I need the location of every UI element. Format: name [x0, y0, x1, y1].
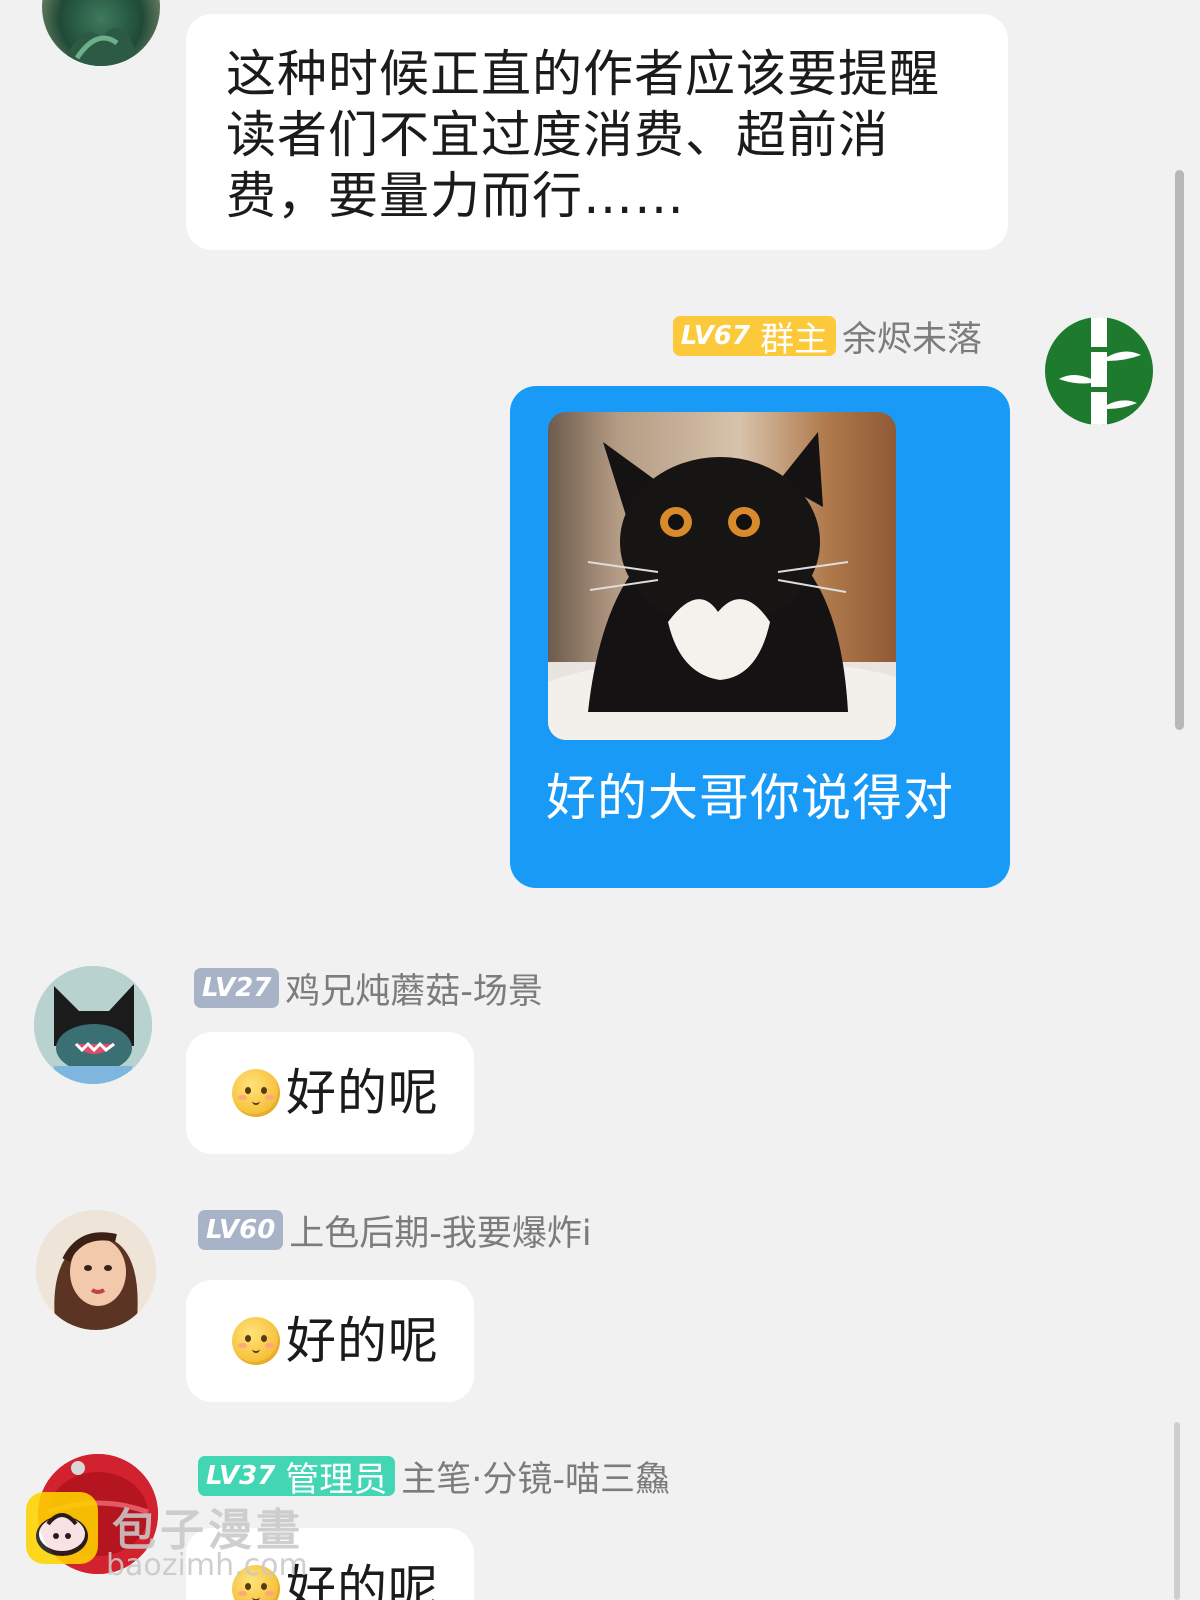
avatar-sender-3[interactable]	[36, 1210, 156, 1330]
group-chat-screen: 这种时候正直的作者应该要提醒 读者们不宜过度消费、超前消 费，要量力而行…… L…	[0, 0, 1200, 1600]
sender-nickname[interactable]: 主笔·分镜-喵三鱻	[401, 1451, 670, 1502]
avatar-group-owner[interactable]	[1042, 314, 1156, 428]
watermark-url: baozimh.com	[106, 1548, 308, 1583]
level-badge-owner: LV67 群主	[672, 316, 836, 360]
black-cat-illustration	[548, 432, 896, 740]
level-badge-admin: LV37 管理员	[198, 1456, 396, 1500]
scrollbar-thumb[interactable]	[1175, 170, 1184, 730]
sender-nickname[interactable]: 鸡兄炖蘑菇-场景	[285, 963, 543, 1014]
level-text: LV37	[206, 1461, 276, 1491]
sender-meta-owner: LV67 群主 余烬未落	[672, 314, 982, 360]
girl-portrait-avatar-image	[36, 1210, 156, 1330]
message-text: 好的呢	[286, 1063, 439, 1122]
level-text: LV27	[202, 973, 272, 1003]
message-line-3: 费，要量力而行……	[226, 167, 685, 225]
avatar-sender-top[interactable]	[42, 0, 160, 66]
message-text: 好的呢	[286, 1311, 439, 1370]
smiling-face-emoji-icon	[232, 1069, 280, 1117]
level-badge-member: LV27	[194, 968, 280, 1008]
message-bubble-reply[interactable]: 好的呢	[186, 1032, 474, 1154]
role-text: 群主	[759, 319, 828, 360]
bamboo-avatar-image	[1059, 317, 1141, 425]
message-line-2: 读者们不宜过度消费、超前消	[226, 106, 889, 164]
sticker-caption: 好的大哥你说得对	[546, 769, 954, 827]
message-bubble-sticker[interactable]: 好的大哥你说得对	[510, 386, 1010, 888]
level-text: LV67	[680, 321, 750, 351]
bun-logo-icon	[26, 1492, 98, 1564]
sender-nickname[interactable]: 上色后期-我要爆炸i	[289, 1205, 591, 1256]
sender-meta-2: LV27 鸡兄炖蘑菇-场景	[194, 966, 543, 1012]
cartoon-cat-avatar-image	[34, 966, 152, 1084]
avatar-sender-2[interactable]	[34, 966, 152, 1084]
scrollbar-thumb-secondary[interactable]	[1174, 1422, 1180, 1600]
smiling-face-emoji-icon	[232, 1317, 280, 1365]
plant-avatar-image	[62, 27, 142, 66]
sender-meta-3: LV60 上色后期-我要爆炸i	[198, 1208, 592, 1254]
cat-sticker-image[interactable]	[548, 412, 896, 740]
message-line-1: 这种时候正直的作者应该要提醒	[226, 45, 940, 103]
message-bubble-long-text[interactable]: 这种时候正直的作者应该要提醒 读者们不宜过度消费、超前消 费，要量力而行……	[186, 14, 1008, 250]
level-badge-member: LV60	[198, 1210, 284, 1250]
message-bubble-reply[interactable]: 好的呢	[186, 1280, 474, 1402]
level-text: LV60	[206, 1215, 276, 1245]
sender-nickname[interactable]: 余烬未落	[842, 311, 982, 362]
watermark: 包子漫畫 baozimh.com	[26, 1492, 366, 1592]
